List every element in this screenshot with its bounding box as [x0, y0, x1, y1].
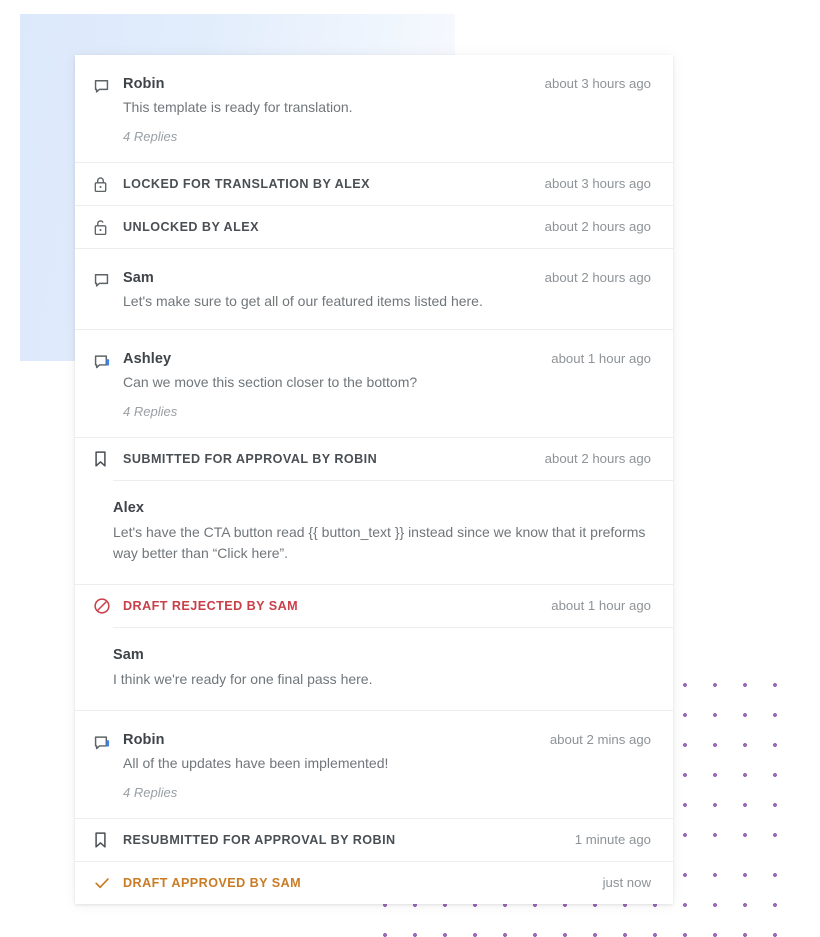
comment-timestamp: about 1 hour ago [551, 351, 651, 366]
status-line: DRAFT APPROVED BY SAM just now [123, 874, 651, 892]
status-timestamp: about 2 hours ago [544, 451, 651, 466]
comment-author: Ashley [123, 351, 172, 367]
timeline-entry-comment[interactable]: Sam about 2 hours ago Let's make sure to… [75, 248, 673, 329]
status-note: Sam I think we're ready for one final pa… [113, 627, 673, 710]
comment-row[interactable]: Ashley about 1 hour ago Can we move this… [75, 330, 673, 437]
status-line: UNLOCKED BY ALEX about 2 hours ago [123, 218, 651, 236]
status-body: UNLOCKED BY ALEX about 2 hours ago [123, 218, 651, 236]
comment-header: Ashley about 1 hour ago [123, 350, 651, 368]
check-icon [93, 874, 123, 892]
comment-text: All of the updates have been implemented… [123, 755, 389, 771]
comment-row[interactable]: Sam about 2 hours ago Let's make sure to… [75, 249, 673, 329]
status-row[interactable]: DRAFT APPROVED BY SAM just now [75, 862, 673, 904]
lock-open-icon [93, 219, 123, 236]
comment-text: Let's make sure to get all of our featur… [123, 293, 483, 309]
activity-timeline-page: Robin about 3 hours ago This template is… [0, 0, 820, 937]
timeline-entry-status[interactable]: UNLOCKED BY ALEX about 2 hours ago [75, 205, 673, 248]
rejected-icon [93, 597, 123, 615]
status-label: LOCKED FOR TRANSLATION BY ALEX [123, 177, 370, 191]
comment-header: Robin about 3 hours ago [123, 75, 651, 93]
timeline-entry-comment[interactable]: Ashley about 1 hour ago Can we move this… [75, 329, 673, 437]
activity-feed-card: Robin about 3 hours ago This template is… [75, 55, 673, 904]
decorative-dot-grid-right [668, 668, 790, 850]
comment-row[interactable]: Robin about 2 mins ago All of the update… [75, 711, 673, 818]
status-label: DRAFT APPROVED BY SAM [123, 876, 302, 890]
status-timestamp: 1 minute ago [574, 832, 651, 847]
timeline-entry-status-note[interactable]: DRAFT REJECTED BY SAM about 1 hour ago S… [75, 584, 673, 710]
status-label: SUBMITTED FOR APPROVAL BY ROBIN [123, 452, 378, 466]
status-label: DRAFT REJECTED BY SAM [123, 599, 299, 613]
status-row[interactable]: UNLOCKED BY ALEX about 2 hours ago [75, 206, 673, 248]
status-body: LOCKED FOR TRANSLATION BY ALEX about 3 h… [123, 175, 651, 193]
note-text: Let's have the CTA button read {{ button… [113, 524, 646, 561]
status-note: Alex Let's have the CTA button read {{ b… [113, 480, 673, 584]
comment-text: This template is ready for translation. [123, 99, 353, 115]
bookmark-icon [93, 831, 123, 849]
comment-body: Robin about 2 mins ago All of the update… [123, 731, 651, 800]
status-timestamp: just now [602, 875, 651, 890]
status-row[interactable]: DRAFT REJECTED BY SAM about 1 hour ago [75, 585, 673, 627]
status-line: SUBMITTED FOR APPROVAL BY ROBIN about 2 … [123, 450, 651, 468]
timeline-entry-comment[interactable]: Robin about 2 mins ago All of the update… [75, 710, 673, 818]
lock-closed-icon [93, 176, 123, 193]
status-label: UNLOCKED BY ALEX [123, 220, 259, 234]
status-line: RESUBMITTED FOR APPROVAL BY ROBIN 1 minu… [123, 831, 651, 849]
timeline-entry-status[interactable]: RESUBMITTED FOR APPROVAL BY ROBIN 1 minu… [75, 818, 673, 861]
timeline-entry-status[interactable]: DRAFT APPROVED BY SAM just now [75, 861, 673, 904]
comment-body: Ashley about 1 hour ago Can we move this… [123, 350, 651, 419]
comment-body: Robin about 3 hours ago This template is… [123, 75, 651, 144]
comment-bubble-icon [93, 75, 123, 95]
comment-author: Robin [123, 732, 165, 748]
status-timestamp: about 2 hours ago [544, 219, 651, 234]
comment-timestamp: about 2 hours ago [544, 270, 651, 285]
comment-header: Sam about 2 hours ago [123, 269, 651, 287]
status-row[interactable]: LOCKED FOR TRANSLATION BY ALEX about 3 h… [75, 163, 673, 205]
comment-replies-link[interactable]: 4 Replies [123, 404, 651, 419]
status-body: RESUBMITTED FOR APPROVAL BY ROBIN 1 minu… [123, 831, 651, 849]
comment-author: Sam [123, 270, 154, 286]
status-row[interactable]: RESUBMITTED FOR APPROVAL BY ROBIN 1 minu… [75, 819, 673, 861]
comment-replies-link[interactable]: 4 Replies [123, 785, 651, 800]
comment-header: Robin about 2 mins ago [123, 731, 651, 749]
timeline-entry-status-note[interactable]: SUBMITTED FOR APPROVAL BY ROBIN about 2 … [75, 437, 673, 584]
comment-bubble-unread-icon [93, 731, 123, 752]
comment-replies-link[interactable]: 4 Replies [123, 129, 651, 144]
status-body: DRAFT APPROVED BY SAM just now [123, 874, 651, 892]
note-text: I think we're ready for one final pass h… [113, 671, 373, 687]
status-line: LOCKED FOR TRANSLATION BY ALEX about 3 h… [123, 175, 651, 193]
comment-row[interactable]: Robin about 3 hours ago This template is… [75, 55, 673, 162]
status-timestamp: about 3 hours ago [544, 176, 651, 191]
status-timestamp: about 1 hour ago [551, 598, 651, 613]
note-author: Alex [113, 500, 145, 516]
status-line: DRAFT REJECTED BY SAM about 1 hour ago [123, 597, 651, 615]
status-body: SUBMITTED FOR APPROVAL BY ROBIN about 2 … [123, 450, 651, 468]
status-label: RESUBMITTED FOR APPROVAL BY ROBIN [123, 833, 396, 847]
comment-timestamp: about 2 mins ago [549, 732, 651, 747]
timeline-entry-status[interactable]: LOCKED FOR TRANSLATION BY ALEX about 3 h… [75, 162, 673, 205]
comment-body: Sam about 2 hours ago Let's make sure to… [123, 269, 651, 311]
note-author: Sam [113, 647, 144, 663]
status-row[interactable]: SUBMITTED FOR APPROVAL BY ROBIN about 2 … [75, 438, 673, 480]
comment-text: Can we move this section closer to the b… [123, 374, 418, 390]
comment-timestamp: about 3 hours ago [544, 76, 651, 91]
timeline-entry-comment[interactable]: Robin about 3 hours ago This template is… [75, 55, 673, 162]
bookmark-icon [93, 450, 123, 468]
comment-bubble-unread-icon [93, 350, 123, 371]
status-body: DRAFT REJECTED BY SAM about 1 hour ago [123, 597, 651, 615]
comment-author: Robin [123, 76, 165, 92]
comment-bubble-icon [93, 269, 123, 289]
